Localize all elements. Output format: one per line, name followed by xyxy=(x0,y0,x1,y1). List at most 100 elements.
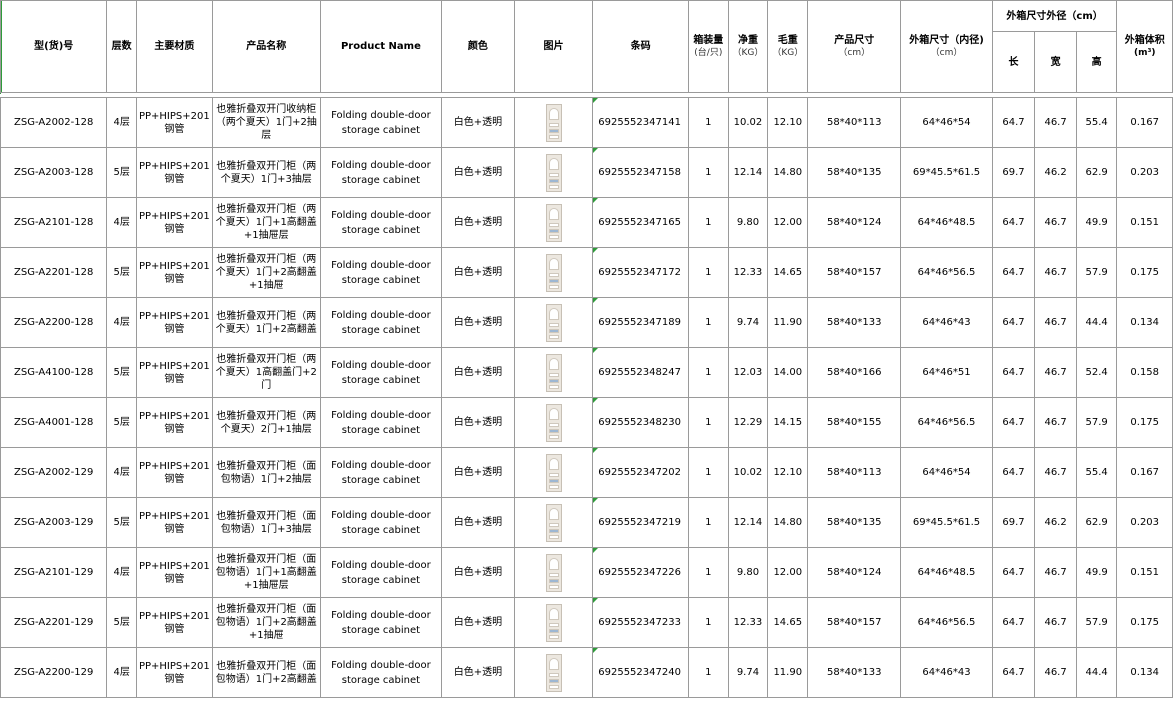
cell-width[interactable]: 46.7 xyxy=(1034,447,1077,498)
cell-color[interactable]: 白色+透明 xyxy=(441,147,515,198)
header-height[interactable]: 高 xyxy=(1075,31,1118,93)
cell-layers[interactable]: 4层 xyxy=(106,197,137,248)
cell-product-name[interactable]: 也雅折叠双开门柜（两个夏天）1门+2高翻盖 xyxy=(211,297,321,348)
cell-product-size[interactable]: 58*40*124 xyxy=(807,197,902,248)
cell-height[interactable]: 52.4 xyxy=(1075,347,1118,398)
cell-net-weight[interactable]: 9.74 xyxy=(727,647,769,698)
cell-picture[interactable] xyxy=(513,247,594,298)
cell-height[interactable]: 49.9 xyxy=(1075,547,1118,598)
cell-barcode[interactable]: 6925552347202 xyxy=(592,447,690,498)
cell-color[interactable]: 白色+透明 xyxy=(441,97,515,148)
cell-material[interactable]: PP+HIPS+201钢管 xyxy=(135,347,213,398)
cell-layers[interactable]: 5层 xyxy=(106,497,137,548)
cell-inner-size[interactable]: 64*46*48.5 xyxy=(900,547,993,598)
cell-picture[interactable] xyxy=(513,597,594,648)
cell-inner-size[interactable]: 64*46*48.5 xyxy=(900,197,993,248)
cell-length[interactable]: 64.7 xyxy=(991,597,1036,648)
cell-length[interactable]: 64.7 xyxy=(991,397,1036,448)
cell-gross-weight[interactable]: 11.90 xyxy=(767,297,809,348)
cell-width[interactable]: 46.7 xyxy=(1034,97,1077,148)
cell-product-name[interactable]: 也雅折叠双开门柜（两个夏天）1门+3抽层 xyxy=(211,147,321,198)
cell-barcode[interactable]: 6925552347141 xyxy=(592,97,690,148)
cell-model[interactable]: ZSG-A2101-129 xyxy=(0,547,108,598)
cell-length[interactable]: 64.7 xyxy=(991,97,1036,148)
table-row[interactable]: ZSG-A2101-129 4层 PP+HIPS+201钢管 也雅折叠双开门柜（… xyxy=(0,547,1173,598)
cell-length[interactable]: 69.7 xyxy=(991,497,1036,548)
cell-product-size[interactable]: 58*40*113 xyxy=(807,97,902,148)
cell-volume[interactable]: 0.175 xyxy=(1116,247,1173,298)
cell-gross-weight[interactable]: 11.90 xyxy=(767,647,809,698)
header-name-en[interactable]: Product Name xyxy=(319,0,443,93)
header-width[interactable]: 宽 xyxy=(1034,31,1077,93)
cell-model[interactable]: ZSG-A4100-128 xyxy=(0,347,108,398)
cell-width[interactable]: 46.2 xyxy=(1034,147,1077,198)
cell-picture[interactable] xyxy=(513,297,594,348)
cell-width[interactable]: 46.7 xyxy=(1034,197,1077,248)
cell-color[interactable]: 白色+透明 xyxy=(441,397,515,448)
cell-width[interactable]: 46.7 xyxy=(1034,647,1077,698)
cell-barcode[interactable]: 6925552347219 xyxy=(592,497,690,548)
cell-product-name-en[interactable]: Folding double-door storage cabinet xyxy=(319,497,443,548)
cell-product-name-en[interactable]: Folding double-door storage cabinet xyxy=(319,247,443,298)
table-row[interactable]: ZSG-A2002-128 4层 PP+HIPS+201钢管 也雅折叠双开门收纳… xyxy=(0,97,1173,148)
cell-width[interactable]: 46.7 xyxy=(1034,297,1077,348)
cell-picture[interactable] xyxy=(513,547,594,598)
cell-color[interactable]: 白色+透明 xyxy=(441,347,515,398)
cell-barcode[interactable]: 6925552347226 xyxy=(592,547,690,598)
cell-material[interactable]: PP+HIPS+201钢管 xyxy=(135,597,213,648)
cell-inner-size[interactable]: 64*46*54 xyxy=(900,447,993,498)
cell-material[interactable]: PP+HIPS+201钢管 xyxy=(135,397,213,448)
cell-net-weight[interactable]: 9.80 xyxy=(727,197,769,248)
cell-product-size[interactable]: 58*40*155 xyxy=(807,397,902,448)
table-row[interactable]: ZSG-A2101-128 4层 PP+HIPS+201钢管 也雅折叠双开门柜（… xyxy=(0,197,1173,248)
cell-pack-qty[interactable]: 1 xyxy=(688,447,729,498)
cell-volume[interactable]: 0.151 xyxy=(1116,547,1173,598)
cell-pack-qty[interactable]: 1 xyxy=(688,397,729,448)
cell-inner-size[interactable]: 64*46*43 xyxy=(900,647,993,698)
header-volume[interactable]: 外箱体积 (m³) xyxy=(1116,0,1173,93)
cell-barcode[interactable]: 6925552347189 xyxy=(592,297,690,348)
cell-layers[interactable]: 5层 xyxy=(106,597,137,648)
cell-net-weight[interactable]: 9.80 xyxy=(727,547,769,598)
cell-product-size[interactable]: 58*40*113 xyxy=(807,447,902,498)
cell-height[interactable]: 55.4 xyxy=(1075,447,1118,498)
cell-model[interactable]: ZSG-A2002-129 xyxy=(0,447,108,498)
cell-pack-qty[interactable]: 1 xyxy=(688,197,729,248)
cell-model[interactable]: ZSG-A2002-128 xyxy=(0,97,108,148)
header-color[interactable]: 颜色 xyxy=(441,0,515,93)
cell-width[interactable]: 46.7 xyxy=(1034,247,1077,298)
cell-layers[interactable]: 4层 xyxy=(106,647,137,698)
cell-gross-weight[interactable]: 12.00 xyxy=(767,547,809,598)
cell-product-name[interactable]: 也雅折叠双开门柜（面包物语）1门+2高翻盖 xyxy=(211,647,321,698)
cell-net-weight[interactable]: 9.74 xyxy=(727,297,769,348)
cell-material[interactable]: PP+HIPS+201钢管 xyxy=(135,647,213,698)
cell-product-name[interactable]: 也雅折叠双开门柜（面包物语）1门+3抽层 xyxy=(211,497,321,548)
cell-material[interactable]: PP+HIPS+201钢管 xyxy=(135,197,213,248)
cell-length[interactable]: 64.7 xyxy=(991,647,1036,698)
cell-inner-size[interactable]: 64*46*51 xyxy=(900,347,993,398)
header-outer-size[interactable]: 外箱尺寸外径（cm） xyxy=(991,0,1118,32)
cell-inner-size[interactable]: 69*45.5*61.5 xyxy=(900,497,993,548)
cell-model[interactable]: ZSG-A2200-128 xyxy=(0,297,108,348)
cell-width[interactable]: 46.7 xyxy=(1034,347,1077,398)
cell-product-size[interactable]: 58*40*135 xyxy=(807,147,902,198)
cell-product-name[interactable]: 也雅折叠双开门柜（两个夏天）1门+2高翻盖+1抽屉 xyxy=(211,247,321,298)
table-row[interactable]: ZSG-A2201-129 5层 PP+HIPS+201钢管 也雅折叠双开门柜（… xyxy=(0,597,1173,648)
cell-height[interactable]: 57.9 xyxy=(1075,247,1118,298)
cell-net-weight[interactable]: 12.14 xyxy=(727,147,769,198)
cell-layers[interactable]: 5层 xyxy=(106,347,137,398)
cell-volume[interactable]: 0.134 xyxy=(1116,297,1173,348)
cell-layers[interactable]: 4层 xyxy=(106,547,137,598)
cell-net-weight[interactable]: 10.02 xyxy=(727,447,769,498)
cell-material[interactable]: PP+HIPS+201钢管 xyxy=(135,97,213,148)
cell-product-name[interactable]: 也雅折叠双开门柜（两个夏天）1门+1高翻盖+1抽屉层 xyxy=(211,197,321,248)
cell-inner-size[interactable]: 64*46*43 xyxy=(900,297,993,348)
cell-material[interactable]: PP+HIPS+201钢管 xyxy=(135,547,213,598)
cell-width[interactable]: 46.7 xyxy=(1034,547,1077,598)
cell-color[interactable]: 白色+透明 xyxy=(441,197,515,248)
cell-height[interactable]: 57.9 xyxy=(1075,397,1118,448)
cell-barcode[interactable]: 6925552348247 xyxy=(592,347,690,398)
cell-pack-qty[interactable]: 1 xyxy=(688,347,729,398)
cell-pack-qty[interactable]: 1 xyxy=(688,547,729,598)
cell-volume[interactable]: 0.167 xyxy=(1116,97,1173,148)
